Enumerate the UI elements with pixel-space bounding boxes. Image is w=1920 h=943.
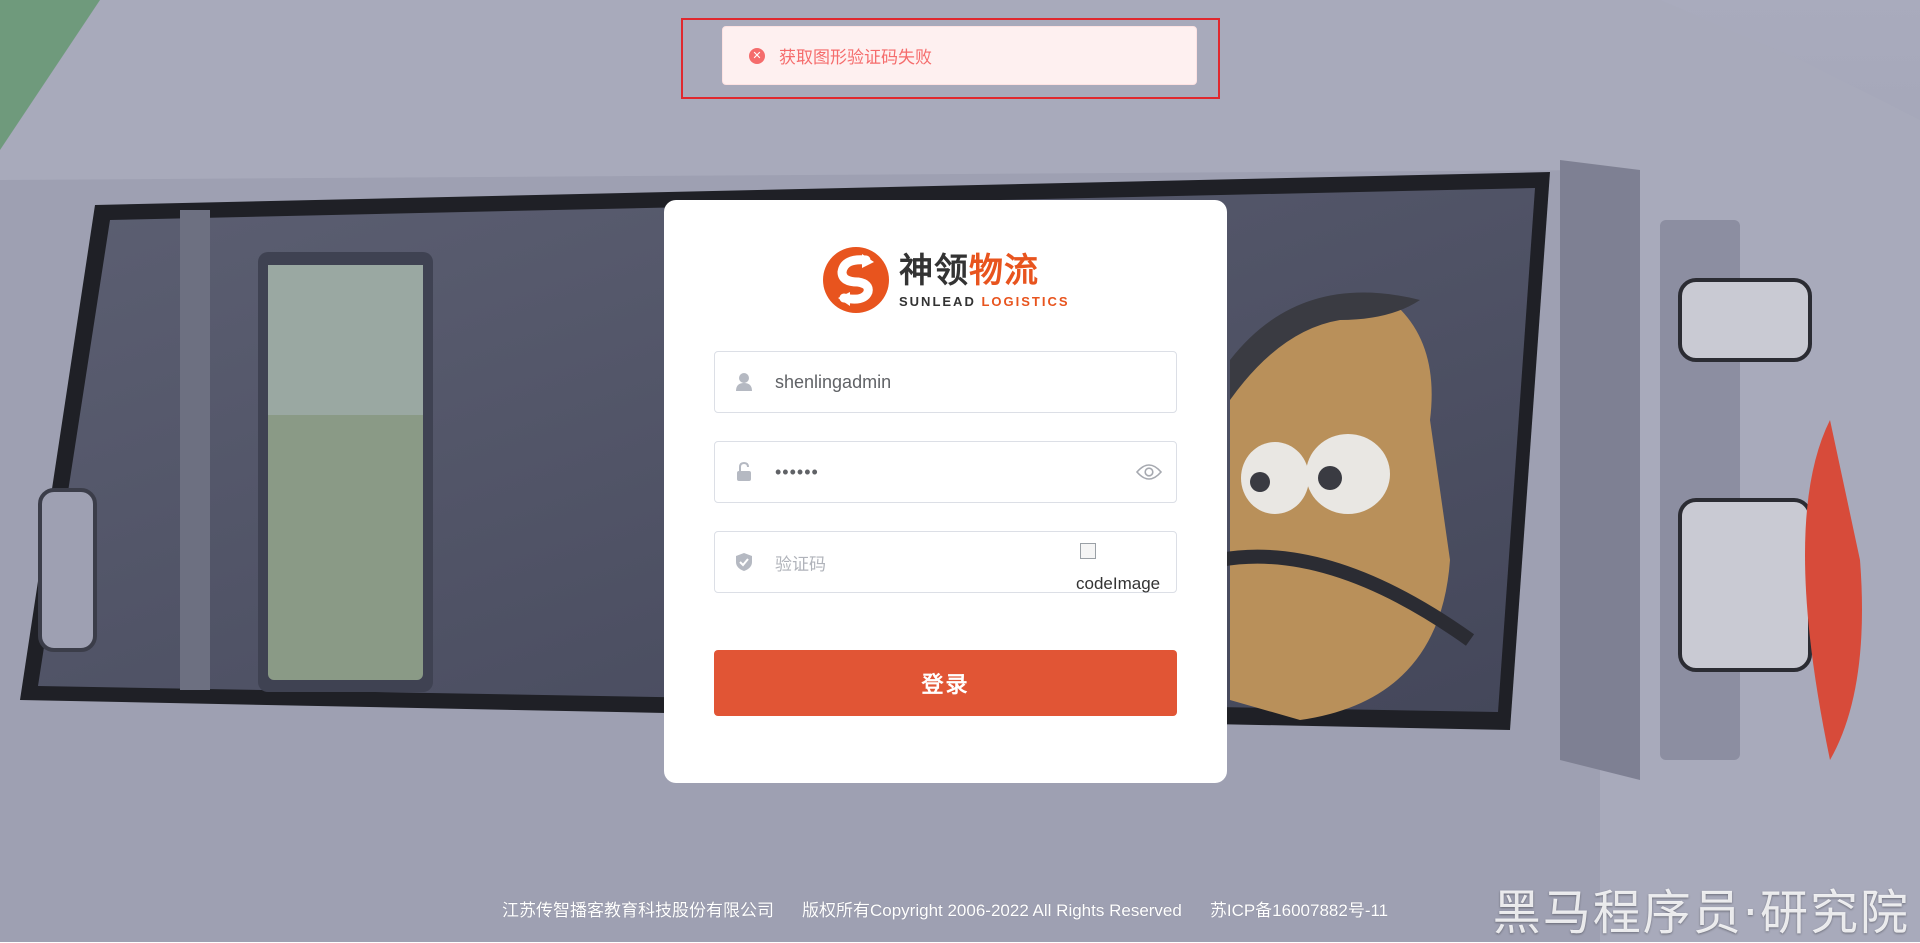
footer-company: 江苏传智播客教育科技股份有限公司 <box>502 901 774 920</box>
logo-chinese-name: 神领物流 <box>899 250 1039 291</box>
captcha-field[interactable]: 验证码 codeImage <box>714 531 1177 593</box>
password-field[interactable]: •••••• <box>714 441 1177 503</box>
watermark-text: 黑马程序员·研究院 <box>1492 885 1910 941</box>
user-icon <box>734 372 754 392</box>
login-card: 神领物流 SUNLEAD LOGISTICS shenlingadmin •••… <box>664 200 1227 783</box>
error-circle-icon: ✕ <box>749 47 765 64</box>
password-input[interactable]: •••••• <box>775 462 1136 483</box>
username-field[interactable]: shenlingadmin <box>714 351 1177 413</box>
error-toast: ✕ 获取图形验证码失败 <box>722 26 1197 85</box>
login-button[interactable]: 登录 <box>714 650 1177 716</box>
brand-logo: 神领物流 SUNLEAD LOGISTICS <box>822 244 1072 316</box>
eye-icon[interactable] <box>1136 459 1162 485</box>
toast-message: 获取图形验证码失败 <box>779 48 932 67</box>
username-input[interactable]: shenlingadmin <box>775 372 1176 393</box>
captcha-input[interactable]: 验证码 <box>775 550 1076 575</box>
shield-icon <box>734 552 754 572</box>
captcha-image[interactable]: codeImage <box>1076 531 1176 593</box>
logo-english-name: SUNLEAD LOGISTICS <box>899 293 1070 309</box>
broken-image-icon <box>1080 543 1096 559</box>
logo-mark-icon <box>822 246 890 314</box>
page-footer: 江苏传智播客教育科技股份有限公司 版权所有Copyright 2006-2022… <box>502 896 1388 921</box>
lock-icon <box>734 462 754 482</box>
footer-icp[interactable]: 苏ICP备16007882号-11 <box>1210 896 1388 921</box>
captcha-image-alt: codeImage <box>1076 574 1161 593</box>
footer-copyright: 版权所有Copyright 2006-2022 All Rights Reser… <box>802 901 1182 920</box>
